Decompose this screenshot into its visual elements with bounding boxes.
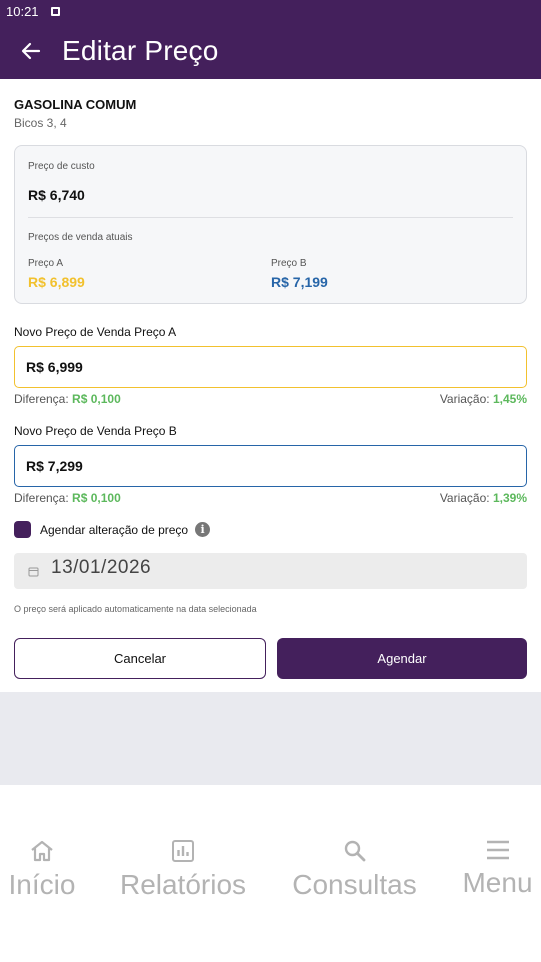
nav-item-relatorios[interactable]: Relatórios — [119, 839, 247, 901]
price-a-diff-row: Diferença: R$ 0,100 Variação: 1,45% — [14, 392, 527, 406]
price-a-variation: Variação: 1,45% — [440, 392, 527, 406]
cost-price-label: Preço de custo — [28, 161, 95, 172]
variation-label: Variação: — [439, 491, 490, 505]
app-bar: Editar Preço — [0, 22, 541, 79]
nav-item-consultas[interactable]: Consultas — [290, 839, 419, 901]
current-prices-label: Preços de venda atuais — [28, 232, 133, 243]
nav-label: Consultas — [292, 869, 417, 900]
new-price-b-value: R$ 7,299 — [26, 458, 83, 474]
calendar-icon — [28, 567, 39, 576]
nav-label: Início — [8, 869, 76, 900]
schedule-button[interactable]: Agendar — [277, 638, 527, 679]
notification-icon — [50, 6, 60, 16]
price-b-diff-row: Diferença: R$ 0,100 Variação: 1,39% — [14, 491, 527, 505]
schedule-row: Agendar alteração de preço i — [14, 521, 211, 538]
status-time: 10:21 — [6, 3, 39, 19]
new-price-a-label: Novo Preço de Venda Preço A — [14, 325, 177, 339]
price-a-label: Preço A — [28, 258, 64, 269]
price-a-value: R$ 6,899 — [28, 274, 85, 290]
menu-icon — [486, 840, 509, 860]
schedule-date-field[interactable]: 13/01/2026 — [14, 553, 527, 589]
new-price-b-label: Novo Preço de Venda Preço B — [14, 424, 177, 438]
price-b-value: R$ 7,199 — [271, 274, 328, 290]
page-title: Editar Preço — [62, 34, 219, 66]
new-price-b-input[interactable]: R$ 7,299 — [14, 445, 527, 487]
bottom-nav: Início Relatórios Consultas Menu — [0, 785, 541, 962]
info-icon[interactable]: i — [195, 522, 211, 537]
nav-item-inicio[interactable]: Início — [8, 839, 76, 901]
nav-item-menu[interactable]: Menu — [461, 839, 534, 899]
status-bar: 10:21 — [0, 0, 541, 22]
background-band — [0, 692, 541, 785]
back-button[interactable] — [0, 22, 62, 79]
schedule-checkbox[interactable] — [14, 521, 31, 538]
difference-value: R$ 0,100 — [72, 392, 121, 406]
schedule-date-value: 13/01/2026 — [51, 557, 152, 578]
difference-label: Diferença: — [14, 392, 69, 406]
price-b-label: Preço B — [271, 258, 307, 269]
price-b-variation: Variação: 1,39% — [440, 491, 527, 505]
search-icon — [344, 840, 365, 862]
cost-price-value: R$ 6,740 — [28, 187, 85, 203]
nav-label: Relatórios — [119, 869, 247, 900]
product-name: GASOLINA COMUM — [14, 97, 137, 112]
new-price-a-input[interactable]: R$ 6,999 — [14, 346, 527, 388]
schedule-hint: O preço será aplicado automaticamente na… — [14, 604, 257, 614]
difference-value: R$ 0,100 — [72, 491, 121, 505]
new-price-a-value: R$ 6,999 — [26, 359, 83, 375]
variation-value: 1,39% — [492, 491, 527, 505]
cancel-button[interactable]: Cancelar — [14, 638, 266, 679]
difference-label: Diferença: — [14, 491, 69, 505]
variation-label: Variação: — [439, 392, 490, 406]
arrow-left-icon — [21, 42, 41, 59]
card-divider — [28, 217, 513, 218]
price-a-difference: Diferença: R$ 0,100 — [14, 392, 121, 406]
schedule-checkbox-label[interactable]: Agendar alteração de preço — [40, 523, 188, 537]
home-icon — [31, 840, 53, 862]
bar-chart-icon — [172, 840, 194, 862]
product-pumps: Bicos 3, 4 — [14, 116, 67, 130]
variation-value: 1,45% — [492, 392, 527, 406]
price-summary-card: Preço de custo R$ 6,740 Preços de venda … — [14, 145, 527, 304]
nav-label: Menu — [462, 867, 533, 898]
price-b-difference: Diferença: R$ 0,100 — [14, 491, 121, 505]
